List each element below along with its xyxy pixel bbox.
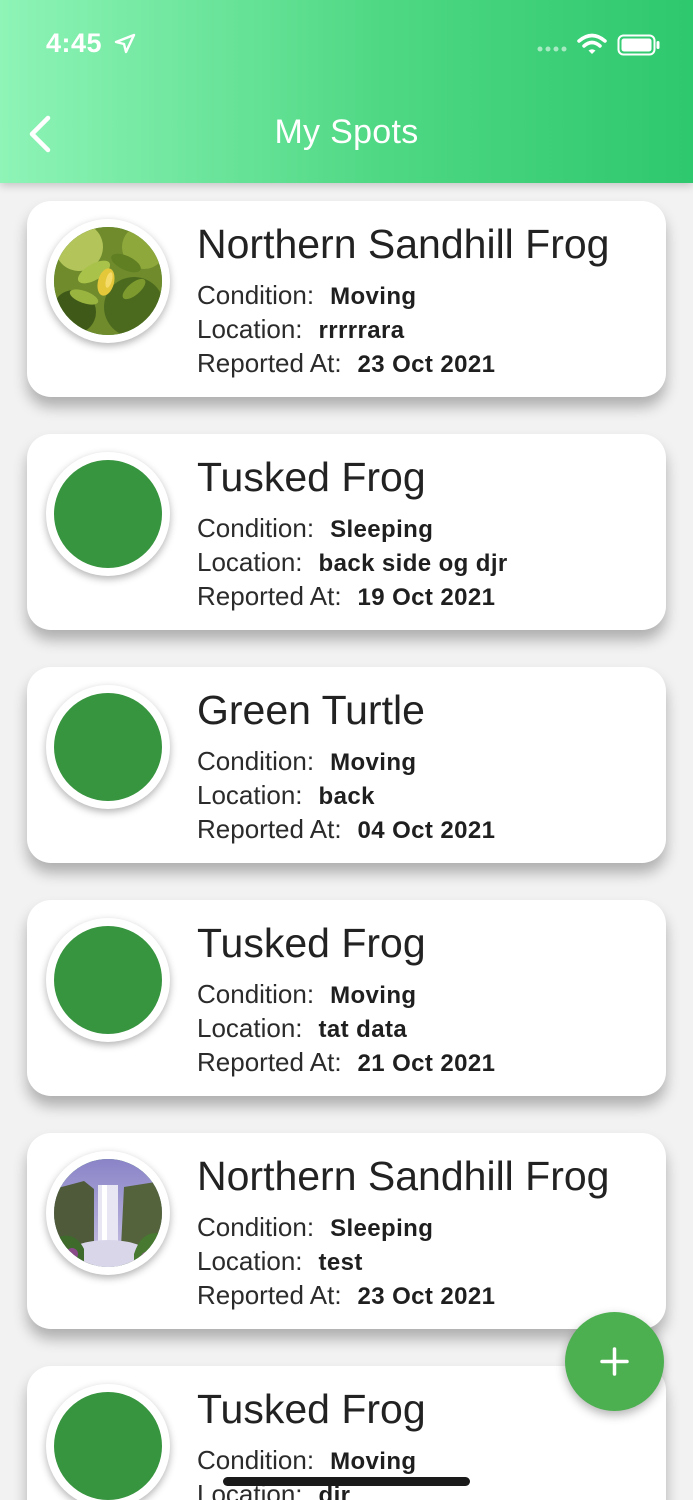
condition-value: Sleeping bbox=[330, 516, 434, 543]
spot-name: Tusked Frog bbox=[197, 454, 426, 500]
spot-name: Northern Sandhill Frog bbox=[197, 221, 610, 267]
location-row: Location: test bbox=[197, 1246, 363, 1277]
condition-row: Condition: Moving bbox=[197, 746, 416, 777]
spot-card[interactable]: Green Turtle Condition: Moving Location: b… bbox=[27, 667, 666, 863]
condition-row: Condition: Moving bbox=[197, 280, 416, 311]
citrus-leaves-photo bbox=[54, 227, 162, 335]
spot-name: Tusked Frog bbox=[197, 920, 426, 966]
spot-card[interactable]: Northern Sandhill Frog Condition: Sleepin… bbox=[27, 1133, 666, 1329]
spot-card[interactable]: Northern Sandhill Frog Condition: Moving … bbox=[27, 201, 666, 397]
condition-label: Condition: bbox=[197, 746, 315, 776]
avatar bbox=[46, 1384, 170, 1500]
condition-label: Condition: bbox=[197, 280, 315, 310]
location-label: Location: bbox=[197, 314, 303, 344]
location-value: tat data bbox=[318, 1016, 408, 1043]
location-arrow-icon bbox=[114, 33, 136, 54]
reported-row: Reported At: 21 Oct 2021 bbox=[197, 1047, 495, 1078]
app-header: 4:45 My Spots bbox=[0, 0, 693, 183]
condition-value: Moving bbox=[330, 749, 417, 776]
condition-label: Condition: bbox=[197, 1212, 315, 1242]
location-value: back bbox=[318, 783, 375, 810]
reported-label: Reported At: bbox=[197, 1280, 342, 1310]
reported-value: 23 Oct 2021 bbox=[357, 1283, 496, 1310]
spot-name: Northern Sandhill Frog bbox=[197, 1153, 610, 1199]
waterfall-photo bbox=[54, 1159, 162, 1267]
reported-value: 19 Oct 2021 bbox=[357, 584, 496, 611]
status-time: 4:45 bbox=[46, 28, 103, 58]
avatar-placeholder bbox=[54, 926, 162, 1034]
reported-row: Reported At: 04 Oct 2021 bbox=[197, 814, 495, 845]
reported-row: Reported At: 19 Oct 2021 bbox=[197, 581, 495, 612]
condition-label: Condition: bbox=[197, 513, 315, 543]
condition-value: Moving bbox=[330, 1448, 417, 1475]
avatar-placeholder bbox=[54, 1392, 162, 1500]
location-row: Location: back bbox=[197, 780, 375, 811]
location-value: back side og djr bbox=[318, 550, 508, 577]
location-row: Location: back side og djr bbox=[197, 547, 508, 578]
reported-row: Reported At: 23 Oct 2021 bbox=[197, 348, 495, 379]
reported-row: Reported At: 23 Oct 2021 bbox=[197, 1280, 495, 1311]
location-label: Location: bbox=[197, 547, 303, 577]
add-spot-button[interactable] bbox=[565, 1312, 664, 1411]
location-label: Location: bbox=[197, 1013, 303, 1043]
plus-icon bbox=[600, 1347, 629, 1376]
condition-label: Condition: bbox=[197, 1445, 315, 1475]
avatar-placeholder bbox=[54, 460, 162, 568]
condition-value: Sleeping bbox=[330, 1215, 434, 1242]
condition-label: Condition: bbox=[197, 979, 315, 1009]
spot-name: Tusked Frog bbox=[197, 1386, 426, 1432]
condition-row: Condition: Sleeping bbox=[197, 513, 433, 544]
location-value: rrrrrara bbox=[318, 317, 405, 344]
reported-label: Reported At: bbox=[197, 814, 342, 844]
location-row: Location: rrrrrara bbox=[197, 314, 404, 345]
battery-icon bbox=[617, 34, 660, 56]
location-row: Location: tat data bbox=[197, 1013, 407, 1044]
condition-value: Moving bbox=[330, 283, 417, 310]
location-value: test bbox=[318, 1249, 363, 1276]
condition-value: Moving bbox=[330, 982, 417, 1009]
reported-label: Reported At: bbox=[197, 348, 342, 378]
reported-value: 04 Oct 2021 bbox=[357, 817, 496, 844]
reported-value: 21 Oct 2021 bbox=[357, 1050, 496, 1077]
condition-row: Condition: Sleeping bbox=[197, 1212, 433, 1243]
wifi-icon bbox=[577, 33, 607, 54]
avatar bbox=[46, 1151, 170, 1275]
location-label: Location: bbox=[197, 780, 303, 810]
spot-name: Green Turtle bbox=[197, 687, 425, 733]
reported-value: 23 Oct 2021 bbox=[357, 351, 496, 378]
avatar-placeholder bbox=[54, 693, 162, 801]
spots-list[interactable]: Northern Sandhill Frog Condition: Moving … bbox=[0, 183, 693, 1500]
page-title: My Spots bbox=[274, 113, 419, 151]
spot-card[interactable]: Tusked Frog Condition: Moving Location: ta… bbox=[27, 900, 666, 1096]
cellular-signal-icon bbox=[537, 46, 567, 52]
condition-row: Condition: Moving bbox=[197, 1445, 416, 1476]
avatar bbox=[46, 219, 170, 343]
condition-row: Condition: Moving bbox=[197, 979, 416, 1010]
reported-label: Reported At: bbox=[197, 581, 342, 611]
avatar bbox=[46, 918, 170, 1042]
spot-card[interactable]: Tusked Frog Condition: Sleeping Location:… bbox=[27, 434, 666, 630]
avatar bbox=[46, 685, 170, 809]
home-indicator[interactable] bbox=[223, 1477, 470, 1486]
location-label: Location: bbox=[197, 1246, 303, 1276]
reported-label: Reported At: bbox=[197, 1047, 342, 1077]
avatar bbox=[46, 452, 170, 576]
